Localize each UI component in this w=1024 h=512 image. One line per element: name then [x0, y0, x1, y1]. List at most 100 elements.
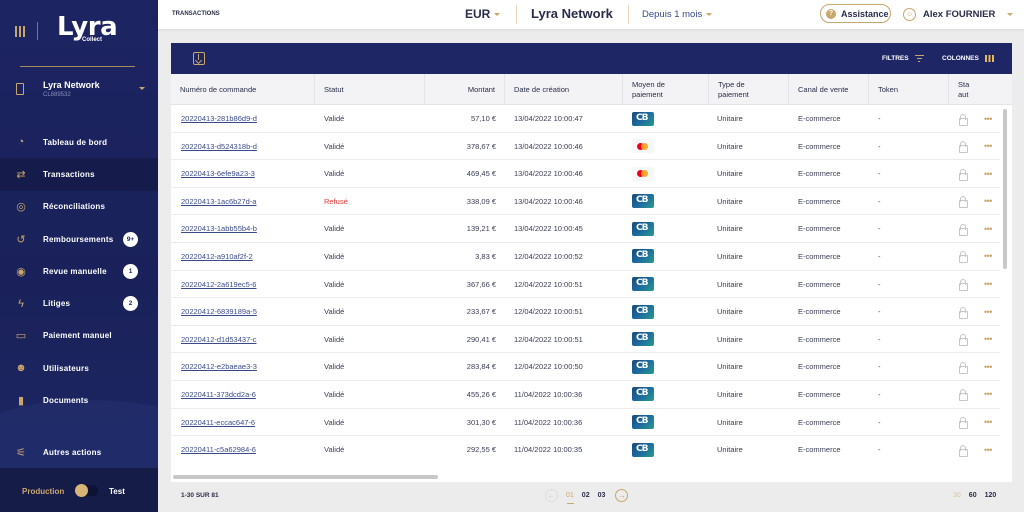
- sidebar-item-tableau-de-bord[interactable]: ◔ Tableau de bord: [0, 126, 158, 158]
- table-row[interactable]: 20220413-1abb55b4-b Validé 139,21 € 13/04/2…: [171, 215, 1000, 243]
- column-header-date[interactable]: Date de création: [505, 74, 623, 105]
- payment-type-cell: Unitaire: [717, 279, 743, 289]
- page-2[interactable]: 02: [582, 492, 590, 499]
- sidebar-item-other-actions[interactable]: ⚟ Autres actions: [0, 436, 158, 468]
- currency-value: EUR: [465, 7, 491, 21]
- order-link[interactable]: 20220411-eccac647-6: [181, 409, 255, 436]
- table-row[interactable]: 20220413-6efe9a23-3 Validé 469,45 € 13/04/2…: [171, 160, 1000, 188]
- table-row[interactable]: 20220412-e2baeae3-3 Validé 283,84 € 12/04/2…: [171, 353, 1000, 381]
- table-row[interactable]: 20220412-a910af2f-2 Validé 3,83 € 12/04/202…: [171, 243, 1000, 271]
- column-header-payment-type[interactable]: Type de paiement: [709, 74, 789, 105]
- merchant-selector[interactable]: Lyra Network CL889532: [0, 74, 158, 104]
- table-header: Numéro de commande Statut Montant Date d…: [171, 74, 1012, 105]
- page-3[interactable]: 03: [598, 492, 606, 499]
- page-1[interactable]: 01: [566, 492, 574, 504]
- order-link[interactable]: 20220412-2a619ec5-6: [181, 271, 256, 298]
- assistance-button[interactable]: ? Assistance: [820, 4, 891, 23]
- channel-cell: E-commerce: [798, 279, 841, 289]
- order-link[interactable]: 20220411-c5a62984-6: [181, 436, 256, 463]
- order-link[interactable]: 20220412-e2baeae3-3: [181, 353, 257, 380]
- column-header-payment-method[interactable]: Moyen de paiement: [623, 74, 709, 105]
- sidebar-item-utilisateurs[interactable]: ☻ Utilisateurs: [0, 352, 158, 384]
- count-badge: 9+: [123, 231, 138, 247]
- payment-type-cell: Unitaire: [717, 417, 743, 427]
- header-label: Statut: [324, 84, 344, 94]
- chevron-down-icon: [1007, 12, 1014, 16]
- period-selector[interactable]: Depuis 1 mois: [642, 9, 713, 20]
- column-header-amount[interactable]: Montant: [425, 74, 505, 105]
- more-actions-icon[interactable]: •••: [984, 436, 992, 463]
- sidebar-item-paiement-manuel[interactable]: ▭ Paiement manuel: [0, 320, 158, 352]
- order-link[interactable]: 20220413-1abb55b4-b: [181, 215, 257, 242]
- column-header-auth-status[interactable]: Sta aut: [949, 74, 1012, 105]
- order-link[interactable]: 20220413-6efe9a23-3: [181, 160, 255, 187]
- table-row[interactable]: 20220411-c5a62984-6 Validé 292,55 € 11/04/2…: [171, 436, 1000, 463]
- more-actions-icon[interactable]: •••: [984, 133, 992, 160]
- payment-method-cell: [632, 298, 654, 325]
- sidebar-item-litiges[interactable]: ϟ Litiges 2: [0, 287, 158, 319]
- table-row[interactable]: 20220411-eccac647-6 Validé 301,30 € 11/04/2…: [171, 409, 1000, 437]
- amount-cell: 338,09 €: [466, 196, 496, 206]
- more-actions-icon[interactable]: •••: [984, 381, 992, 408]
- sidebar-item-remboursements[interactable]: ↺ Remboursements 9+: [0, 223, 158, 255]
- more-actions-icon[interactable]: •••: [984, 353, 992, 380]
- table-row[interactable]: 20220412-d1d53437-c Validé 290,41 € 12/04/2…: [171, 326, 1000, 354]
- menu-toggle-icon[interactable]: [15, 26, 25, 37]
- channel-cell: E-commerce: [798, 224, 841, 234]
- status-text: Validé: [324, 114, 345, 123]
- sidebar-item-documents[interactable]: ▮ Documents: [0, 384, 158, 416]
- more-actions-icon[interactable]: •••: [984, 326, 992, 353]
- per-page-30[interactable]: 30: [953, 492, 961, 499]
- table-row[interactable]: 20220413-1ac6b27d-a Refusé 338,09 € 13/04/2…: [171, 188, 1000, 216]
- horizontal-scrollbar[interactable]: [173, 475, 438, 479]
- more-actions-icon[interactable]: •••: [984, 188, 992, 215]
- table-row[interactable]: 20220413-d524318b-d Validé 378,67 € 13/04/2…: [171, 133, 1000, 161]
- sidebar-item-transactions[interactable]: ⇄ Transactions: [0, 158, 158, 191]
- more-actions-icon[interactable]: •••: [984, 215, 992, 242]
- table-row[interactable]: 20220411-373dcd2a-6 Validé 455,26 € 11/04/2…: [171, 381, 1000, 409]
- order-link[interactable]: 20220413-d524318b-d: [181, 133, 257, 160]
- order-link[interactable]: 20220412-d1d53437-c: [181, 326, 256, 353]
- download-icon[interactable]: [193, 52, 205, 65]
- topbar: TRANSACTIONS EUR Lyra Network Depuis 1 m…: [158, 0, 1024, 29]
- sidebar-item-reconciliations[interactable]: ◎ Réconciliations: [0, 191, 158, 223]
- status-text: Validé: [324, 251, 345, 261]
- more-actions-icon[interactable]: •••: [984, 298, 992, 325]
- vertical-scrollbar[interactable]: [1003, 109, 1007, 269]
- column-header-order[interactable]: Numéro de commande: [171, 74, 315, 105]
- table-row[interactable]: 20220412-2a619ec5-6 Validé 367,66 € 12/04/2…: [171, 271, 1000, 299]
- user-name: Alex FOURNIER: [923, 8, 996, 20]
- more-actions-icon[interactable]: •••: [984, 243, 992, 270]
- status-text: Validé: [324, 445, 345, 455]
- column-header-token[interactable]: Token: [869, 74, 949, 105]
- payment-method-cell: [632, 436, 654, 463]
- column-header-channel[interactable]: Canal de vente: [789, 74, 869, 105]
- filters-button[interactable]: FILTRES: [882, 55, 924, 63]
- more-actions-icon[interactable]: •••: [984, 271, 992, 298]
- user-menu[interactable]: ☺ Alex FOURNIER: [903, 5, 1014, 23]
- channel-cell: E-commerce: [798, 307, 841, 317]
- order-link[interactable]: 20220412-6839189a-5: [181, 298, 257, 325]
- order-link[interactable]: 20220413-281b86d9-d: [181, 105, 257, 132]
- order-link[interactable]: 20220413-1ac6b27d-a: [181, 188, 256, 215]
- more-actions-icon[interactable]: •••: [984, 105, 992, 132]
- per-page-60[interactable]: 60: [969, 492, 977, 499]
- more-actions-icon[interactable]: •••: [984, 409, 992, 436]
- env-toggle[interactable]: [75, 484, 98, 497]
- column-header-status[interactable]: Statut: [315, 74, 425, 105]
- sidebar-item-label: Documents: [43, 396, 89, 406]
- previous-page-button[interactable]: ←: [545, 488, 558, 502]
- store-icon: [16, 83, 24, 95]
- currency-selector[interactable]: EUR: [465, 7, 501, 21]
- columns-button[interactable]: COLONNES: [942, 55, 994, 62]
- per-page-120[interactable]: 120: [985, 492, 997, 499]
- environment-switch: Production Test: [0, 468, 158, 512]
- next-page-button[interactable]: →: [615, 488, 629, 502]
- more-actions-icon[interactable]: •••: [984, 160, 992, 187]
- order-link[interactable]: 20220412-a910af2f-2: [181, 243, 253, 270]
- order-link[interactable]: 20220411-373dcd2a-6: [181, 381, 256, 408]
- amount-cell: 455,26 €: [466, 389, 496, 399]
- sidebar-item-revue-manuelle[interactable]: ◉ Revue manuelle 1: [0, 255, 158, 287]
- table-row[interactable]: 20220413-281b86d9-d Validé 57,10 € 13/04/20…: [171, 105, 1000, 133]
- table-row[interactable]: 20220412-6839189a-5 Validé 233,67 € 12/04/2…: [171, 298, 1000, 326]
